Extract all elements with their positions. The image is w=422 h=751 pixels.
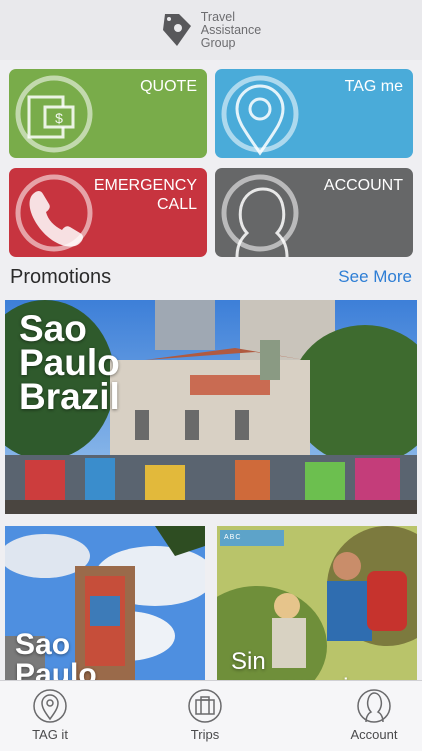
svg-text:$: $ <box>55 110 63 126</box>
tab-tag-it-label: TAG it <box>32 727 68 742</box>
quote-label: QUOTE <box>140 78 197 95</box>
promo2-title-line-1: Sao <box>15 628 71 661</box>
company-logo: Travel Assistance Group <box>161 9 262 50</box>
action-tiles: $ QUOTE TAG me EMERGENCY CALL ACCOUNT <box>9 69 413 259</box>
promotions-title: Promotions <box>10 266 112 288</box>
promo-card-sao-paulo-brazil[interactable]: Sao Paulo Brazil <box>5 300 417 514</box>
tab-account-label: Account <box>350 727 398 742</box>
logo-line-2: Assistance <box>200 22 262 37</box>
promo-title-line-1: Sao <box>19 308 87 349</box>
app-header: Travel Assistance Group <box>0 0 422 60</box>
emergency-label-line-1: EMERGENCY <box>93 177 197 194</box>
tab-trips[interactable]: Trips <box>155 681 255 751</box>
suitcase-icon <box>188 689 222 723</box>
tag-me-tile[interactable]: TAG me <box>215 69 413 158</box>
promo-card-title: Sao Paulo Brazil <box>19 308 120 417</box>
logo-line-3: Group <box>200 35 236 50</box>
promo2-title-line-2: Paulo <box>15 658 97 682</box>
emergency-call-tile[interactable]: EMERGENCY CALL <box>9 168 207 257</box>
promo-card-sao-paulo[interactable]: Sao Paulo <box>5 526 205 681</box>
promo-card-sin-preocupaciones[interactable]: ABC Sin preocupaciones <box>217 526 417 681</box>
location-pin-tab-icon <box>33 689 67 723</box>
tab-tag-it[interactable]: TAG it <box>0 681 100 751</box>
promo-title-line-3: Brazil <box>19 376 120 417</box>
tab-account[interactable]: Account <box>324 681 422 751</box>
logo-line-1: Travel <box>200 9 236 24</box>
bottom-tab-bar: TAG it Trips Account <box>0 680 422 751</box>
promo-card-2-title: Sao Paulo <box>15 628 97 682</box>
emergency-call-label: EMERGENCY CALL <box>94 176 197 214</box>
person-tab-icon <box>357 689 391 723</box>
emergency-label-line-2: CALL <box>156 196 197 213</box>
promotions-header: Promotions See More <box>10 266 412 290</box>
account-tile[interactable]: ACCOUNT <box>215 168 413 257</box>
see-more-link[interactable]: See More <box>338 267 412 287</box>
promo-badge: ABC <box>220 530 284 546</box>
tag-logo-icon <box>162 14 191 46</box>
promo-title-line-2: Paulo <box>19 342 120 383</box>
quote-tile[interactable]: $ QUOTE <box>9 69 207 158</box>
tag-me-label: TAG me <box>344 78 403 95</box>
account-label: ACCOUNT <box>323 177 403 194</box>
tab-trips-label: Trips <box>190 727 220 742</box>
promo-card-3-caption: Sin preocupaciones <box>231 648 400 682</box>
